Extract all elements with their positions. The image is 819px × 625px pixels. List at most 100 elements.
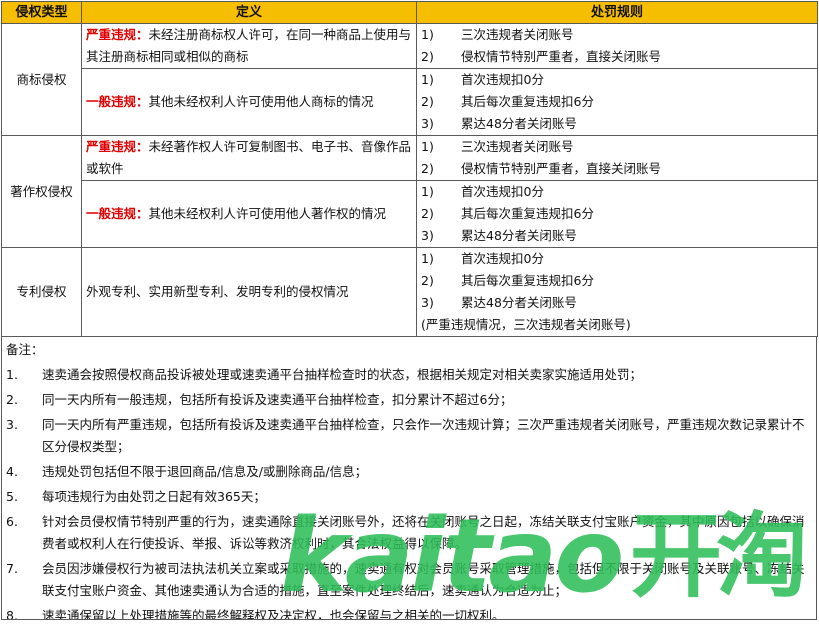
penalty-item-text: 其后每次重复违规扣6分	[461, 273, 594, 288]
penalty-item-text: 三次违规者关闭账号	[461, 139, 574, 154]
penalty-item-number: 2)	[421, 273, 434, 288]
note-number: 1.	[6, 367, 18, 382]
note-item: 4. 违规处罚包括但不限于退回商品/信息及/或删除商品/信息；	[2, 461, 816, 483]
penalty-item-text: 首次违规扣0分	[461, 184, 544, 199]
penalty-item-text: 首次违规扣0分	[461, 72, 544, 87]
table-header-row: 侵权类型 定义 处罚规则	[1, 1, 818, 24]
note-item: 6. 针对会员侵权情节特别严重的行为，速卖通除直接关闭账号外，还将在关闭账号之日起…	[2, 511, 816, 555]
penalty-item-number: 2)	[421, 94, 434, 109]
note-number: 3.	[6, 417, 18, 432]
notes-list: 1. 速卖通会按照侵权商品投诉被处理或速卖通平台抽样检查时的状态，根据相关规定对相…	[2, 364, 816, 620]
table-row: 著作权侵权 严重违规：未经著作权人许可复制图书、电子书、音像作品或软件 1) 三次违规…	[1, 135, 818, 248]
penalty-item-number: 2)	[421, 206, 434, 221]
note-item: 7. 会员因涉嫌侵权行为被司法执法机关立案或采取措施的，速卖通有权对会员账号采取管…	[2, 558, 816, 602]
definition-cell: 严重违规：未经注册商标权人许可，在同一种商品上使用与其注册商标相同或相似的商标	[81, 23, 417, 69]
note-number: 2.	[6, 392, 18, 407]
rules-table: 侵权类型 定义 处罚规则 商标侵权 严重违规：未经注册商标权人许可，在同一种商品上…	[1, 1, 818, 337]
penalty-list: 1) 三次违规者关闭账号 2) 侵权情节特别严重者，直接关闭账号	[421, 136, 813, 180]
table-row: 一般违规：其他未经权利人许可使用他人著作权的情况 1) 首次违规扣0分 2) 其后每次重…	[2, 180, 818, 248]
severity-label: 严重违规：	[86, 139, 149, 154]
note-item: 5. 每项违规行为由处罚之日起有效365天；	[2, 486, 816, 508]
note-text: 违规处罚包括但不限于退回商品/信息及/或删除商品/信息；	[42, 464, 368, 479]
note-item: 8. 速卖通保留以上处理措施等的最终解释权及决定权，也会保留与之相关的一切权利。	[2, 605, 816, 620]
note-text: 同一天内所有一般违规，包括所有投诉及速卖通平台抽样检查，扣分累计不超过6分；	[42, 392, 513, 407]
definition-cell: 外观专利、实用新型专利、发明专利的侵权情况	[81, 247, 417, 337]
note-number: 6.	[6, 514, 18, 529]
table-body: 商标侵权 严重违规：未经注册商标权人许可，在同一种商品上使用与其注册商标相同或相似…	[1, 23, 818, 337]
penalty-item: 2) 侵权情节特别严重者，直接关闭账号	[421, 46, 813, 68]
penalty-item-number: 2)	[421, 161, 434, 176]
penalty-item-text: 首次违规扣0分	[461, 251, 544, 266]
penalty-item: 1) 首次违规扣0分	[421, 248, 813, 270]
severity-label: 一般违规：	[86, 206, 149, 221]
penalty-item: 1) 首次违规扣0分	[421, 69, 813, 91]
penalty-item: 2) 其后每次重复违规扣6分	[421, 91, 813, 113]
penalty-item-text: 其后每次重复违规扣6分	[461, 206, 594, 221]
penalty-item-number: 3)	[421, 228, 434, 243]
note-item: 3. 同一天内所有严重违规，包括所有投诉及速卖通平台抽样检查，只会作一次违规计算；…	[2, 414, 816, 458]
penalty-item-number: 1)	[421, 72, 434, 87]
penalty-item-number: 1)	[421, 27, 434, 42]
table-row: 一般违规：其他未经权利人许可使用他人商标的情况 1) 首次违规扣0分 2) 其后每次重复…	[2, 68, 818, 136]
note-number: 5.	[6, 489, 18, 504]
table-row: 专利侵权 外观专利、实用新型专利、发明专利的侵权情况 1) 首次违规扣0分 2) 其后每次…	[1, 247, 818, 337]
penalty-item-text: 累达48分者关闭账号	[461, 116, 577, 131]
note-text: 同一天内所有严重违规，包括所有投诉及速卖通平台抽样检查，只会作一次违规计算；三次…	[42, 417, 805, 454]
penalty-item-text: 累达48分者关闭账号	[461, 228, 577, 243]
penalty-item-number: 1)	[421, 251, 434, 266]
penalty-item-number: 1)	[421, 139, 434, 154]
note-text: 针对会员侵权情节特别严重的行为，速卖通除直接关闭账号外，还将在关闭账号之日起，冻…	[42, 514, 805, 551]
note-item: 1. 速卖通会按照侵权商品投诉被处理或速卖通平台抽样检查时的状态，根据相关规定对相…	[2, 364, 816, 386]
penalty-list: 1) 三次违规者关闭账号 2) 侵权情节特别严重者，直接关闭账号	[421, 24, 813, 68]
penalty-item-text: 侵权情节特别严重者，直接关闭账号	[461, 161, 662, 176]
penalty-item: 2) 其后每次重复违规扣6分	[421, 270, 813, 292]
penalty-item: 1) 三次违规者关闭账号	[421, 24, 813, 46]
penalty-item-number: 1)	[421, 184, 434, 199]
infringement-type-cell: 专利侵权	[1, 247, 82, 337]
penalty-item-number: 2)	[421, 49, 434, 64]
header-type: 侵权类型	[1, 1, 82, 24]
note-text: 速卖通保留以上处理措施等的最终解释权及决定权，也会保留与之相关的一切权利。	[42, 608, 505, 620]
penalty-item-number: 3)	[421, 116, 434, 131]
penalty-item: 3) 累达48分者关闭账号	[421, 292, 813, 314]
note-number: 4.	[6, 464, 18, 479]
penalty-list: 1) 首次违规扣0分 2) 其后每次重复违规扣6分 3) 累达48分者关闭账号	[421, 181, 813, 247]
note-text: 速卖通会按照侵权商品投诉被处理或速卖通平台抽样检查时的状态，根据相关规定对相关卖…	[42, 367, 643, 382]
penalty-cell: 1) 三次违规者关闭账号 2) 侵权情节特别严重者，直接关闭账号	[416, 135, 818, 181]
note-number: 7.	[6, 561, 18, 576]
penalty-item-text: 其后每次重复违规扣6分	[461, 94, 594, 109]
penalty-cell: 1) 首次违规扣0分 2) 其后每次重复违规扣6分 3) 累达48分者关闭账号 (严重违规情…	[416, 247, 818, 337]
penalty-item: 3) 累达48分者关闭账号	[421, 225, 813, 247]
note-item: 2. 同一天内所有一般违规，包括所有投诉及速卖通平台抽样检查，扣分累计不超过6分；	[2, 389, 816, 411]
penalty-item: 1) 三次违规者关闭账号	[421, 136, 813, 158]
notes-section: 备注： 1. 速卖通会按照侵权商品投诉被处理或速卖通平台抽样检查时的状态，根据相关…	[1, 337, 817, 620]
infringement-type-cell: 商标侵权	[1, 23, 82, 136]
notes-title: 备注：	[6, 342, 44, 357]
definition-text: 外观专利、实用新型专利、发明专利的侵权情况	[86, 284, 349, 299]
note-text: 会员因涉嫌侵权行为被司法执法机关立案或采取措施的，速卖通有权对会员账号采取管理措…	[42, 561, 805, 598]
note-number: 8.	[6, 608, 18, 620]
penalty-cell: 1) 首次违规扣0分 2) 其后每次重复违规扣6分 3) 累达48分者关闭账号	[416, 180, 818, 248]
header-penalty: 处罚规则	[416, 1, 818, 24]
definition-cell: 一般违规：其他未经权利人许可使用他人商标的情况	[81, 68, 417, 136]
penalty-item: 1) 首次违规扣0分	[421, 181, 813, 203]
document: 侵权类型 定义 处罚规则 商标侵权 严重违规：未经注册商标权人许可，在同一种商品上…	[1, 1, 818, 623]
severity-label: 严重违规：	[86, 27, 149, 42]
definition-text: 其他未经权利人许可使用他人著作权的情况	[148, 206, 387, 221]
note-text: 每项违规行为由处罚之日起有效365天；	[42, 489, 266, 504]
penalty-list: 1) 首次违规扣0分 2) 其后每次重复违规扣6分 3) 累达48分者关闭账号	[421, 69, 813, 135]
infringement-type-cell: 著作权侵权	[1, 135, 82, 248]
definition-cell: 一般违规：其他未经权利人许可使用他人著作权的情况	[81, 180, 417, 248]
penalty-cell: 1) 首次违规扣0分 2) 其后每次重复违规扣6分 3) 累达48分者关闭账号	[416, 68, 818, 136]
penalty-cell: 1) 三次违规者关闭账号 2) 侵权情节特别严重者，直接关闭账号	[416, 23, 818, 69]
penalty-item: 2) 其后每次重复违规扣6分	[421, 203, 813, 225]
header-definition: 定义	[81, 1, 417, 24]
penalty-item: 2) 侵权情节特别严重者，直接关闭账号	[421, 158, 813, 180]
penalty-item-text: 三次违规者关闭账号	[461, 27, 574, 42]
penalty-item-text: 侵权情节特别严重者，直接关闭账号	[461, 49, 662, 64]
severity-label: 一般违规：	[86, 94, 149, 109]
penalty-list: 1) 首次违规扣0分 2) 其后每次重复违规扣6分 3) 累达48分者关闭账号	[421, 248, 813, 314]
definition-text: 其他未经权利人许可使用他人商标的情况	[148, 94, 374, 109]
table-row: 商标侵权 严重违规：未经注册商标权人许可，在同一种商品上使用与其注册商标相同或相似…	[1, 23, 818, 136]
penalty-extra-note: (严重违规情况，三次违规者关闭账号)	[421, 317, 631, 332]
